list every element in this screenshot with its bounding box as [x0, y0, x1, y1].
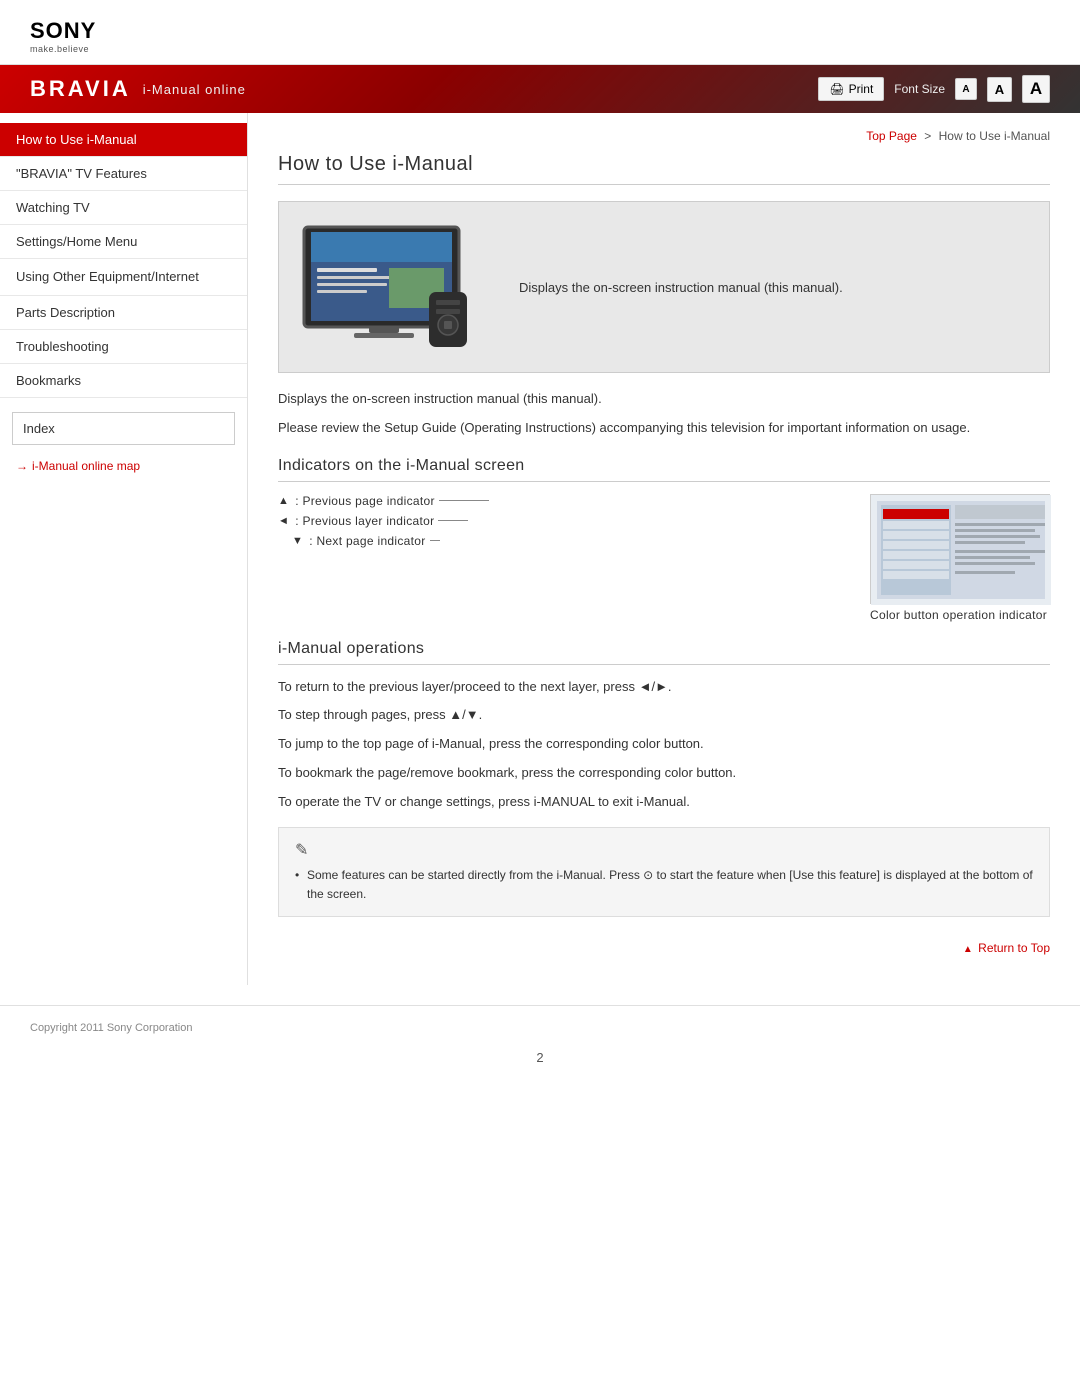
font-medium-button[interactable]: A: [987, 77, 1012, 102]
return-to-top-label: Return to Top: [978, 941, 1050, 955]
indicator-row-down: ▼ : Next page indicator: [278, 534, 850, 548]
tv-image: [299, 222, 489, 352]
intro-image-box: Displays the on-screen instruction manua…: [278, 201, 1050, 373]
return-arrow-icon: ▲: [963, 944, 973, 955]
print-icon: 🖨: [829, 82, 844, 96]
indicator-prev-page-label: : Previous page indicator: [295, 494, 435, 508]
screen-thumb-svg: [871, 495, 1051, 605]
indicators-area: ▲ : Previous page indicator ◄ : Previous…: [278, 494, 1050, 622]
sony-tagline: make.believe: [30, 44, 1050, 54]
sidebar-item-parts[interactable]: Parts Description: [0, 296, 247, 330]
image-caption: Displays the on-screen instruction manua…: [519, 280, 843, 295]
op3: To jump to the top page of i-Manual, pre…: [278, 734, 1050, 755]
sidebar-item-bookmarks[interactable]: Bookmarks: [0, 364, 247, 398]
breadcrumb-current: How to Use i-Manual: [939, 129, 1050, 143]
indicator-prev-layer-label: : Previous layer indicator: [295, 514, 434, 528]
screen-thumb-area: Color button operation indicator: [870, 494, 1050, 622]
sidebar-link-label: i-Manual online map: [32, 459, 140, 473]
sidebar-item-using-other[interactable]: Using Other Equipment/Internet: [0, 259, 247, 296]
sidebar-item-watching-tv[interactable]: Watching TV: [0, 191, 247, 225]
sidebar-item-how-to-use[interactable]: How to Use i-Manual: [0, 123, 247, 157]
nav-bar: BRAVIA i-Manual online 🖨 Print Font Size…: [0, 65, 1080, 113]
nav-bar-left: BRAVIA i-Manual online: [30, 76, 246, 102]
op4: To bookmark the page/remove bookmark, pr…: [278, 763, 1050, 784]
indicator-row-up: ▲ : Previous page indicator: [278, 494, 850, 508]
screen-thumbnail: [870, 494, 1050, 604]
page-number: 2: [30, 1050, 1050, 1065]
section-operations-title: i-Manual operations: [278, 640, 1050, 665]
sidebar-item-settings[interactable]: Settings/Home Menu: [0, 225, 247, 259]
breadcrumb-separator: >: [924, 129, 931, 143]
sidebar-link-map[interactable]: → i-Manual online map: [0, 451, 247, 481]
nav-subtitle: i-Manual online: [143, 82, 246, 97]
sidebar: How to Use i-Manual "BRAVIA" TV Features…: [0, 113, 248, 985]
font-small-button[interactable]: A: [955, 78, 977, 100]
nav-bar-right: 🖨 Print Font Size A A A: [818, 75, 1050, 103]
op5: To operate the TV or change settings, pr…: [278, 792, 1050, 813]
sidebar-item-troubleshooting[interactable]: Troubleshooting: [0, 330, 247, 364]
op2: To step through pages, press ▲/▼.: [278, 705, 1050, 726]
font-large-button[interactable]: A: [1022, 75, 1050, 103]
note-box: ✎ Some features can be started directly …: [278, 827, 1050, 917]
para1: Displays the on-screen instruction manua…: [278, 389, 1050, 410]
breadcrumb-top-link[interactable]: Top Page: [866, 129, 917, 143]
indicator-row-left: ◄ : Previous layer indicator: [278, 514, 850, 528]
page-header: SONY make.believe: [0, 0, 1080, 65]
para2: Please review the Setup Guide (Operating…: [278, 418, 1050, 439]
section-indicators-title: Indicators on the i-Manual screen: [278, 457, 1050, 482]
sidebar-divider: [0, 398, 247, 406]
color-btn-label: Color button operation indicator: [870, 608, 1047, 622]
sidebar-item-bravia-features[interactable]: "BRAVIA" TV Features: [0, 157, 247, 191]
triangle-left-icon: ◄: [278, 515, 289, 527]
note-icon: ✎: [295, 840, 1033, 860]
return-to-top: ▲ Return to Top: [278, 931, 1050, 965]
main-layout: How to Use i-Manual "BRAVIA" TV Features…: [0, 113, 1080, 985]
triangle-down-icon: ▼: [292, 535, 303, 547]
return-to-top-link[interactable]: ▲ Return to Top: [963, 941, 1050, 955]
page-title: How to Use i-Manual: [278, 153, 1050, 185]
sony-logo: SONY: [30, 18, 1050, 44]
arrow-icon: →: [16, 459, 28, 473]
print-label: Print: [849, 82, 874, 96]
note-bullet: Some features can be started directly fr…: [295, 866, 1033, 904]
bravia-logo: BRAVIA: [30, 76, 131, 102]
print-button[interactable]: 🖨 Print: [818, 77, 884, 101]
indicator-next-page-label: : Next page indicator: [309, 534, 425, 548]
indicators-list: ▲ : Previous page indicator ◄ : Previous…: [278, 494, 850, 554]
triangle-up-icon: ▲: [278, 495, 289, 507]
content-area: Top Page > How to Use i-Manual How to Us…: [248, 113, 1080, 985]
breadcrumb: Top Page > How to Use i-Manual: [278, 123, 1050, 153]
footer: Copyright 2011 Sony Corporation 2: [0, 1005, 1080, 1081]
copyright: Copyright 2011 Sony Corporation: [30, 1022, 1050, 1034]
font-size-label: Font Size: [894, 82, 945, 96]
op1: To return to the previous layer/proceed …: [278, 677, 1050, 698]
sidebar-index[interactable]: Index: [12, 412, 235, 445]
tv-illustration: [299, 222, 489, 352]
